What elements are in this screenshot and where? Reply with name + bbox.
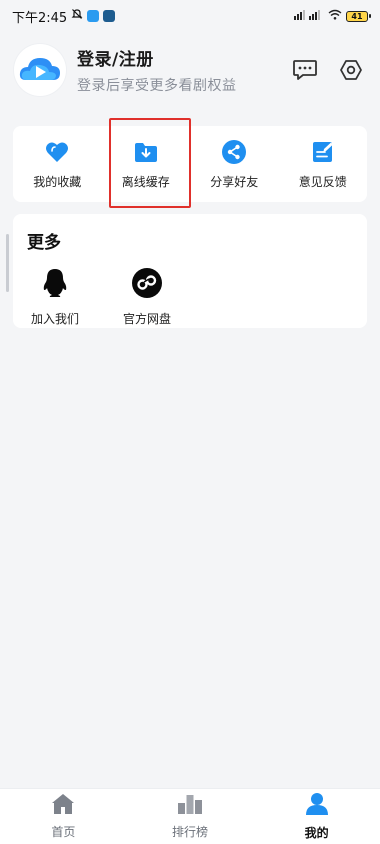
status-time: 下午2:45 xyxy=(12,10,68,26)
message-button[interactable] xyxy=(290,55,320,85)
feature-feedback[interactable]: 意见反馈 xyxy=(279,126,368,202)
feature-label: 离线缓存 xyxy=(121,174,170,189)
feedback-icon xyxy=(310,139,336,165)
feature-label: 分享好友 xyxy=(210,174,259,189)
nav-label: 排行榜 xyxy=(172,825,209,839)
share-icon xyxy=(221,139,247,165)
feature-label: 意见反馈 xyxy=(298,174,347,189)
cloud-drive-icon xyxy=(132,268,162,302)
login-register-title[interactable]: 登录/注册 xyxy=(77,45,274,70)
scroll-indicator xyxy=(6,234,9,292)
login-benefit-subtitle: 登录后享受更多看剧权益 xyxy=(77,78,237,94)
signal-icon xyxy=(294,9,324,23)
ranking-icon xyxy=(177,793,203,819)
qq-icon xyxy=(42,268,68,302)
status-bar: 下午2:45 41 xyxy=(0,0,380,32)
settings-icon xyxy=(340,60,362,80)
mute-icon xyxy=(71,8,83,24)
home-icon xyxy=(51,793,75,819)
battery-icon: 41 xyxy=(346,10,371,22)
nav-mine[interactable]: 我的 xyxy=(253,789,380,844)
feature-offline-cache[interactable]: 离线缓存 xyxy=(102,126,191,202)
settings-button[interactable] xyxy=(336,55,366,85)
download-folder-icon xyxy=(133,139,159,165)
message-icon xyxy=(293,60,317,80)
nav-label: 我的 xyxy=(304,826,329,840)
profile-icon xyxy=(305,792,329,820)
more-item-label: 加入我们 xyxy=(30,312,79,326)
heart-icon xyxy=(44,139,70,165)
more-card: 更多 加入我们 官方网盘 xyxy=(13,214,367,328)
official-drive-item[interactable]: 官方网盘 xyxy=(119,268,175,327)
app-notification-icon xyxy=(87,10,100,22)
feature-share-friends[interactable]: 分享好友 xyxy=(190,126,279,202)
feature-label: 我的收藏 xyxy=(33,174,82,189)
features-card: 我的收藏 离线缓存 分享好友 意见反馈 xyxy=(13,126,367,202)
wifi-icon xyxy=(328,9,342,23)
app-logo-avatar[interactable] xyxy=(14,44,66,96)
app-notification-icon-2 xyxy=(103,10,116,22)
nav-home[interactable]: 首页 xyxy=(0,789,127,844)
more-section-title: 更多 xyxy=(27,233,61,253)
bottom-nav: 首页 排行榜 我的 xyxy=(0,788,380,844)
battery-level: 41 xyxy=(351,11,363,21)
nav-label: 首页 xyxy=(51,825,76,839)
feature-favorites[interactable]: 我的收藏 xyxy=(13,126,102,202)
profile-header[interactable]: 登录/注册 登录后享受更多看剧权益 xyxy=(14,44,366,96)
join-us-item[interactable]: 加入我们 xyxy=(27,268,83,327)
nav-ranking[interactable]: 排行榜 xyxy=(127,789,254,844)
more-item-label: 官方网盘 xyxy=(122,312,171,326)
